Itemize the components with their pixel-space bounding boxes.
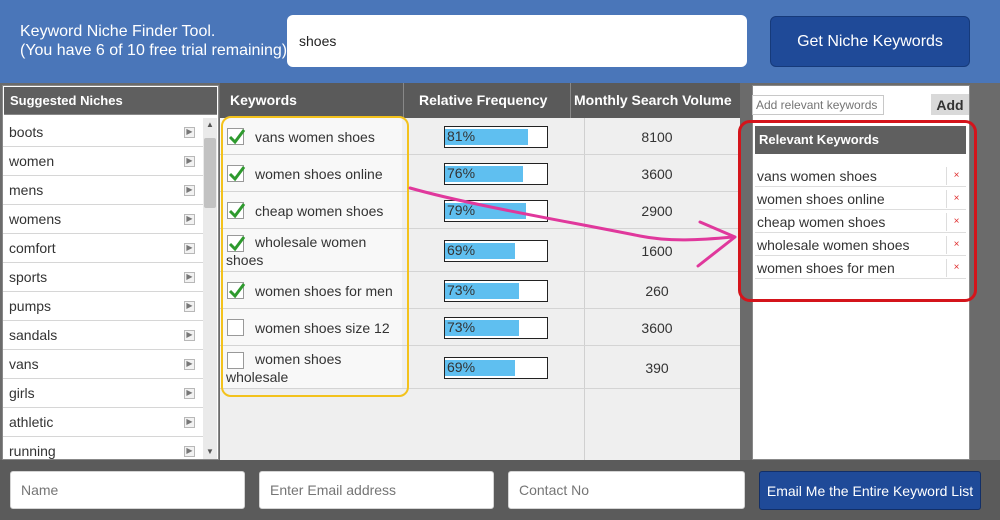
suggested-niches-panel: Suggested Niches boots ▶ women ▶ mens ▶ womens… [2,85,219,460]
frequency-bar: 69% [444,356,548,379]
niche-label: mens [9,182,44,198]
add-button[interactable]: Add [931,94,969,115]
arrow-right-icon[interactable]: ▶ [184,184,195,196]
frequency-label: 69% [447,358,476,375]
app-title-line1: Keyword Niche Finder Tool. [20,23,216,40]
niche-list: boots ▶ women ▶ mens ▶ womens ▶ comfort ▶ sports ▶ p… [3,118,203,460]
keywords-table-header: Keywords Relative Frequency Monthly Sear… [220,83,740,118]
niche-list-item[interactable]: sandals ▶ [3,321,203,350]
selected-keywords-highlight [221,116,409,397]
email-keyword-list-button[interactable]: Email Me the Entire Keyword List [759,471,981,510]
frequency-label: 73% [447,318,476,335]
niche-label: pumps [9,298,52,314]
frequency-label: 79% [447,201,476,218]
search-volume: 8100 [641,128,673,145]
arrow-right-icon[interactable]: ▶ [184,329,195,341]
niche-list-item[interactable]: athletic ▶ [3,408,203,437]
niche-label: sports [9,269,48,285]
search-volume: 390 [645,359,669,376]
frequency-bar: 69% [444,239,548,262]
niche-label: women [9,153,55,169]
scroll-up-icon[interactable]: ▲ [203,118,217,132]
frequency-label: 73% [447,281,476,298]
column-monthly-search-volume: Monthly Search Volume [574,92,732,108]
search-input[interactable] [287,15,747,67]
frequency-label: 76% [447,164,476,181]
frequency-label: 81% [447,127,476,144]
arrow-right-icon[interactable]: ▶ [184,300,195,312]
search-volume: 1600 [641,242,673,259]
app-title: Keyword Niche Finder Tool. (You have 6 o… [20,22,287,60]
frequency-bar: 73% [444,316,548,339]
niche-label: vans [9,356,39,372]
frequency-bar: 76% [444,162,548,185]
search-volume: 2900 [641,202,673,219]
column-keywords: Keywords [230,92,297,108]
contact-number-field[interactable] [508,471,745,509]
name-field[interactable] [10,471,245,509]
footer-bar: Email Me the Entire Keyword List [0,460,1000,520]
niche-list-item[interactable]: mens ▶ [3,176,203,205]
arrow-right-icon[interactable]: ▶ [184,155,195,167]
niche-label: boots [9,124,44,140]
suggested-niches-heading: Suggested Niches [4,87,217,115]
niche-list-item[interactable]: girls ▶ [3,379,203,408]
frequency-bar: 81% [444,125,548,148]
arrow-right-icon[interactable]: ▶ [184,445,195,457]
frequency-label: 69% [447,241,476,258]
search-volume: 3600 [641,165,673,182]
column-relative-frequency: Relative Frequency [419,92,548,108]
niche-label: comfort [9,240,56,256]
keyword-niche-app: Keyword Niche Finder Tool. (You have 6 o… [0,0,1000,520]
scroll-down-icon[interactable]: ▼ [203,445,217,459]
arrow-right-icon[interactable]: ▶ [184,242,195,254]
scroll-thumb[interactable] [204,138,216,208]
header-bar: Keyword Niche Finder Tool. (You have 6 o… [0,0,1000,83]
niche-label: sandals [9,327,58,343]
search-volume: 260 [645,282,669,299]
niche-list-item[interactable]: running ▶ [3,437,203,460]
arrow-right-icon[interactable]: ▶ [184,416,195,428]
niche-list-item[interactable]: sports ▶ [3,263,203,292]
arrow-right-icon[interactable]: ▶ [184,271,195,283]
relevant-keywords-highlight [738,120,977,302]
frequency-bar: 79% [444,199,548,222]
niche-list-item[interactable]: womens ▶ [3,205,203,234]
arrow-right-icon[interactable]: ▶ [184,126,195,138]
arrow-right-icon[interactable]: ▶ [184,213,195,225]
niche-list-item[interactable]: pumps ▶ [3,292,203,321]
niche-list-item[interactable]: boots ▶ [3,118,203,147]
niche-label: athletic [9,414,54,430]
frequency-bar: 73% [444,279,548,302]
arrow-right-icon[interactable]: ▶ [184,358,195,370]
niche-list-item[interactable]: comfort ▶ [3,234,203,263]
niche-list-item[interactable]: women ▶ [3,147,203,176]
niche-label: running [9,443,56,459]
niche-scrollbar[interactable]: ▲ ▼ [203,118,217,459]
get-niche-keywords-button[interactable]: Get Niche Keywords [770,16,970,67]
email-field[interactable] [259,471,494,509]
niche-label: girls [9,385,35,401]
niche-label: womens [9,211,62,227]
trial-remaining-text: (You have 6 of 10 free trial remaining) [20,42,288,59]
niche-list-item[interactable]: vans ▶ [3,350,203,379]
add-relevant-keyword-input[interactable] [752,95,884,115]
arrow-right-icon[interactable]: ▶ [184,387,195,399]
search-volume: 3600 [641,319,673,336]
